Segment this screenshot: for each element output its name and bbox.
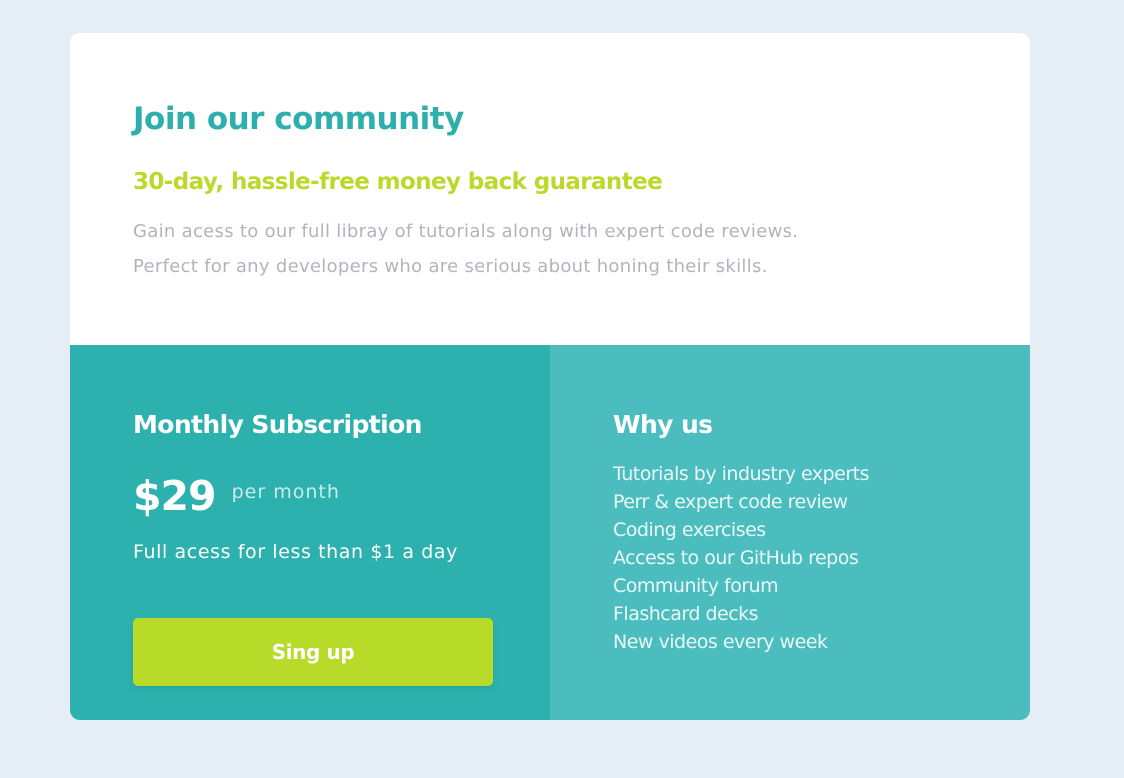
pricing-card: Join our community 30-day, hassle-free m… (70, 33, 1030, 720)
page-title: Join our community (133, 101, 464, 137)
subscription-title: Monthly Subscription (133, 410, 422, 439)
price-note: Full acess for less than $1 a day (133, 541, 458, 563)
why-us-title: Why us (613, 410, 713, 439)
description-line: Perfect for any developers who are serio… (133, 256, 768, 277)
list-item: Community forum (613, 575, 779, 597)
sign-up-button[interactable]: Sing up (133, 618, 493, 686)
list-item: Tutorials by industry experts (613, 463, 870, 485)
list-item: Flashcard decks (613, 603, 759, 625)
guarantee-subtitle: 30-day, hassle-free money back guarantee (133, 169, 663, 195)
price-period: per month (231, 481, 340, 503)
why-us-list: Tutorials by industry experts Perr & exp… (613, 460, 870, 656)
subscription-panel: Monthly Subscription $29 per month Full a… (70, 345, 550, 720)
list-item: New videos every week (613, 631, 828, 653)
list-item: Access to our GitHub repos (613, 547, 859, 569)
price-row: $29 per month (133, 470, 340, 522)
list-item: Coding exercises (613, 519, 766, 541)
price-amount: $29 (133, 472, 217, 520)
community-section: Join our community 30-day, hassle-free m… (70, 33, 1030, 345)
description-line: Gain acess to our full libray of tutoria… (133, 221, 799, 242)
description: Gain acess to our full libray of tutoria… (133, 214, 973, 284)
why-us-panel: Why us Tutorials by industry experts Per… (550, 345, 1030, 720)
list-item: Perr & expert code review (613, 491, 848, 513)
